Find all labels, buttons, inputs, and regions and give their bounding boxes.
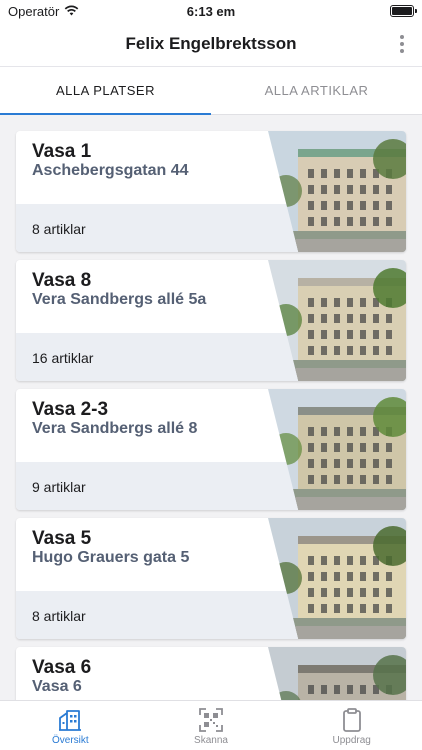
article-count: 8 artiklar [32,221,86,237]
battery-icon [390,5,417,17]
page-title: Felix Engelbrektsson [125,34,297,53]
article-count: 9 artiklar [32,479,86,495]
bottom-tab-bar: Översikt Skanna Uppdrag [0,700,422,750]
tabbar-item-oversikt[interactable]: Översikt [0,701,141,750]
tabbar-label: Uppdrag [332,735,371,746]
tabbar-item-uppdrag[interactable]: Uppdrag [281,701,422,750]
segment-tabs: ALLA PLATSER ALLA ARTIKLAR [0,66,422,115]
location-address: Vera Sandbergs allé 8 [32,420,198,437]
location-card[interactable]: Vasa 1 Aschebergsgatan 44 8 artiklar [16,131,406,252]
location-address: Aschebergsgatan 44 [32,162,189,179]
article-count: 16 artiklar [32,350,94,366]
tab-alla-artiklar[interactable]: ALLA ARTIKLAR [211,67,422,114]
status-bar: Operatör 6:13 em [0,0,422,24]
article-count: 8 artiklar [32,608,86,624]
location-card[interactable]: Vasa 8 Vera Sandbergs allé 5a 16 artikla… [16,260,406,381]
more-vertical-icon[interactable] [392,33,412,55]
location-list: Vasa 1 Aschebergsgatan 44 8 artiklar Vas… [0,115,422,700]
location-name: Vasa 1 [32,141,92,162]
location-card[interactable]: Vasa 2-3 Vera Sandbergs allé 8 9 artikla… [16,389,406,510]
location-address: Vasa 6 [32,678,82,695]
location-address: Hugo Grauers gata 5 [32,549,190,566]
building-icon [59,710,82,731]
tabbar-label: Översikt [52,735,89,746]
location-name: Vasa 5 [32,528,92,549]
clipboard-icon [342,708,361,732]
tabbar-label: Skanna [194,735,228,746]
location-name: Vasa 8 [32,270,92,291]
location-name: Vasa 2-3 [32,399,109,420]
building-photo [268,647,406,700]
tab-alla-platser[interactable]: ALLA PLATSER [0,67,211,115]
tabbar-item-skanna[interactable]: Skanna [141,701,282,750]
location-card[interactable]: Vasa 5 Hugo Grauers gata 5 8 artiklar [16,518,406,639]
qr-code-icon [199,708,223,732]
location-card[interactable]: Vasa 6 Vasa 6 [16,647,406,700]
location-name: Vasa 6 [32,657,92,678]
location-address: Vera Sandbergs allé 5a [32,291,207,308]
nav-bar: Felix Engelbrektsson [0,24,422,66]
status-time: 6:13 em [186,4,236,19]
